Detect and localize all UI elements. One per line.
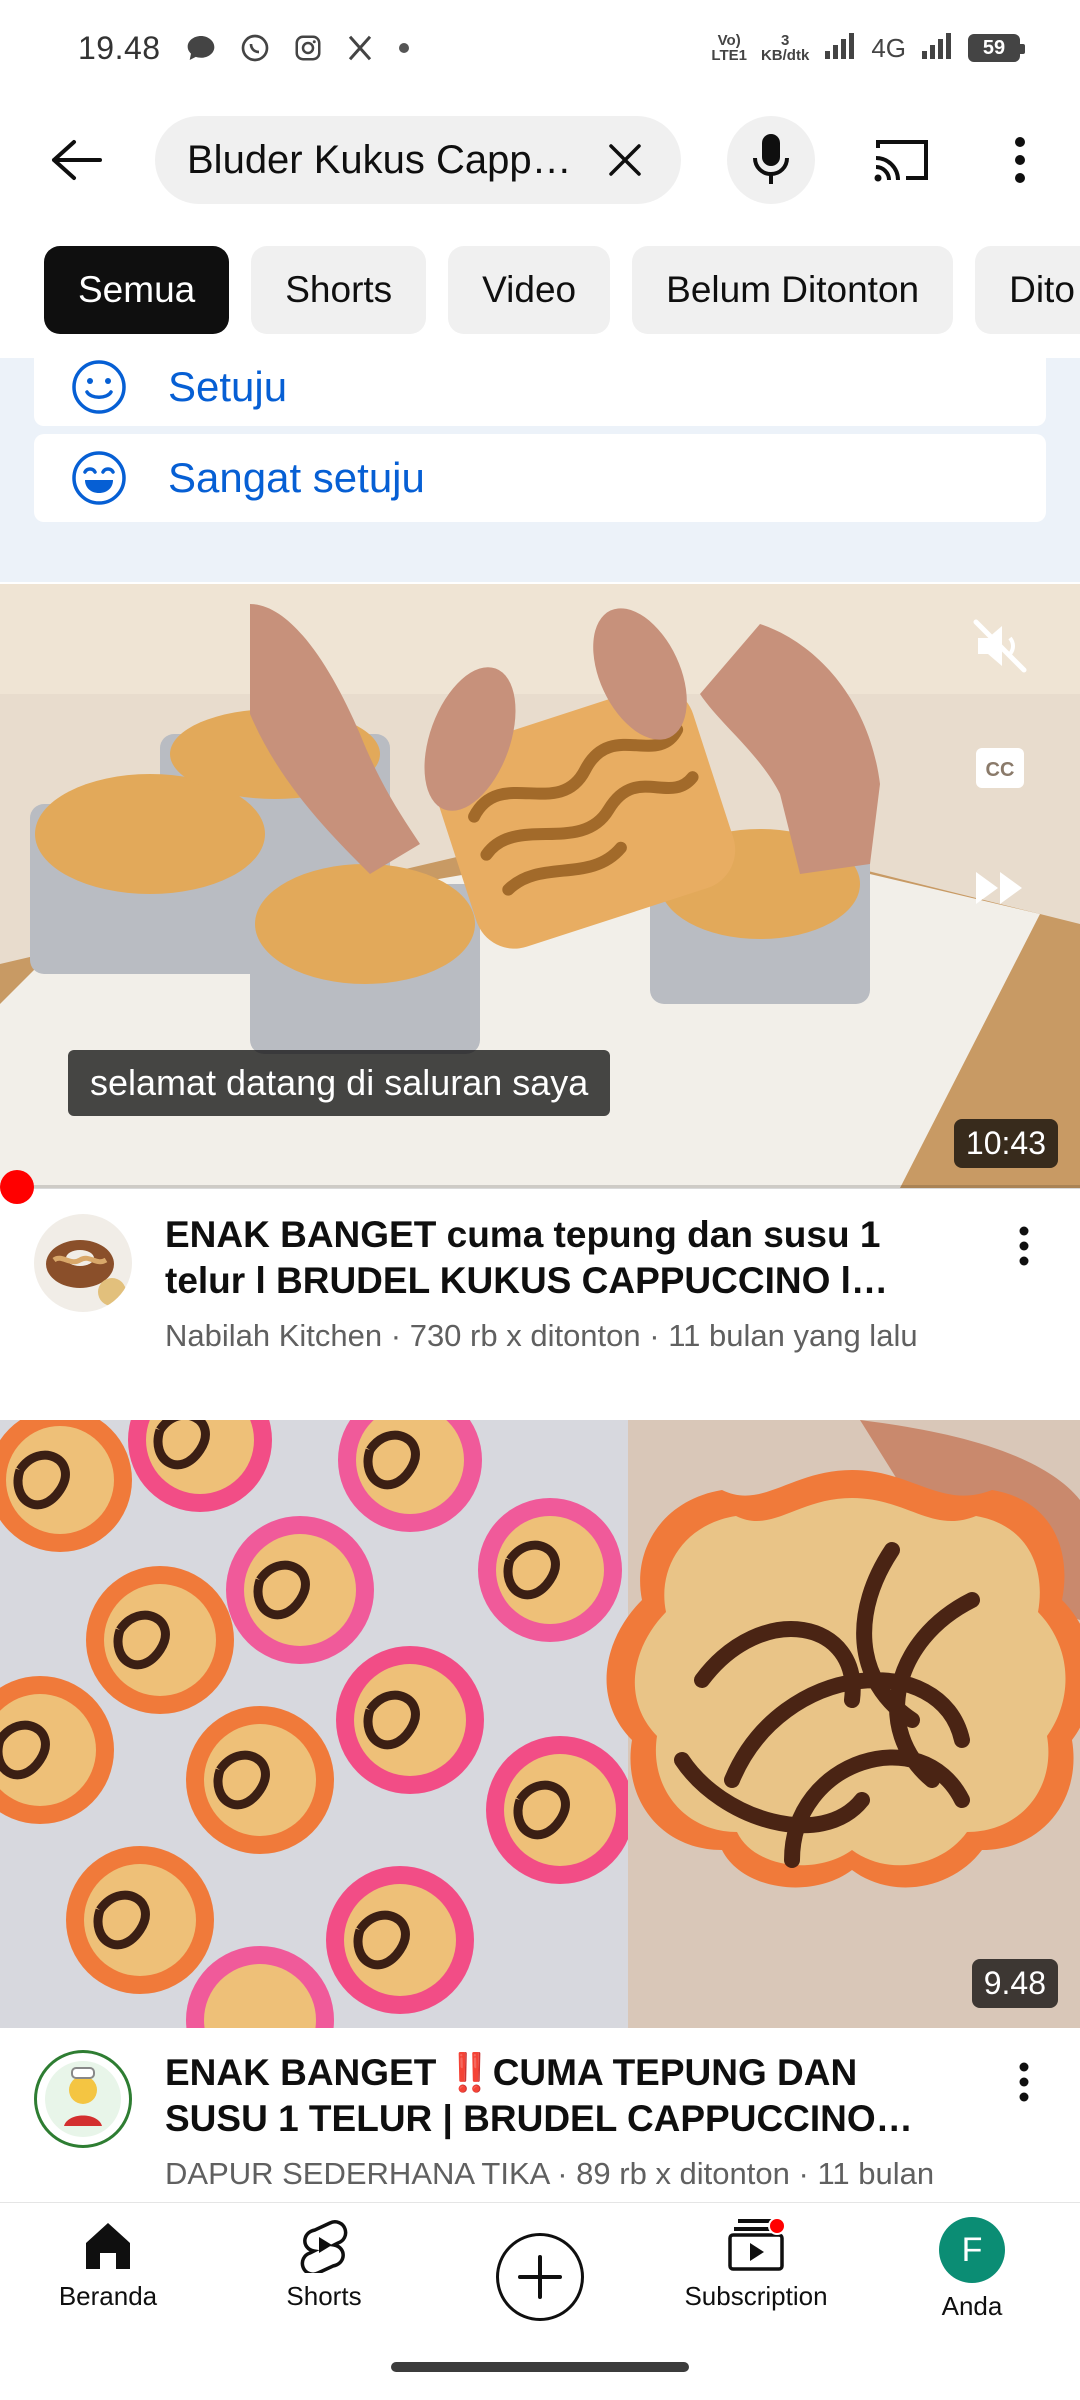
video-thumbnail[interactable]: CC selamat datang di saluran saya 10:43 <box>0 584 1080 1188</box>
status-time: 19.48 <box>78 29 161 66</box>
battery-icon: 59 <box>968 34 1025 62</box>
chip-video[interactable]: Video <box>448 246 611 334</box>
volte-indicator: Vo) LTE1 <box>711 32 747 64</box>
channel-avatar[interactable] <box>34 1214 132 1312</box>
more-vert-icon <box>1015 137 1025 183</box>
video-title[interactable]: ENAK BANGET cuma tepung dan susu 1 telur… <box>165 1212 965 1304</box>
video-meta[interactable]: ENAK BANGET ‼️CUMA TEPUNG DAN SUSU 1 TEL… <box>0 2046 1080 2202</box>
status-bar: 19.48 Vo) LTE1 3 KB/dtk 4G 59 <box>0 0 1080 96</box>
network-speed: 3 KB/dtk <box>760 32 810 64</box>
fast-forward-icon <box>976 872 1022 904</box>
closed-captions-icon: CC <box>976 748 1024 788</box>
survey-card: Setuju Sangat setuju <box>0 348 1080 582</box>
nav-label: Subscription <box>684 2281 828 2311</box>
notification-icons <box>185 32 411 64</box>
video-caption: selamat datang di saluran saya <box>68 1050 611 1116</box>
nav-shorts[interactable]: Shorts <box>244 2217 404 2367</box>
video-subtitle: Nabilah Kitchen · 730 rb x ditonton · 11… <box>165 1318 918 1353</box>
view-count: 730 rb x ditonton <box>409 1318 641 1353</box>
more-options-button[interactable] <box>990 130 1050 190</box>
nav-label: Anda <box>941 2291 1003 2321</box>
video-thumbnail[interactable]: 9.48 <box>0 1420 1080 2028</box>
playback-progress-track[interactable] <box>0 1185 1080 1189</box>
more-vert-icon <box>1019 2062 1029 2102</box>
filter-chips: Semua Shorts Video Belum Ditonton Dito <box>0 246 1080 336</box>
video-menu-button[interactable] <box>1002 1216 1046 1276</box>
whatsapp-icon <box>239 32 271 64</box>
chip-ditonton[interactable]: Dito <box>975 246 1080 334</box>
cast-icon <box>874 140 928 182</box>
captions-toggle[interactable]: CC <box>968 736 1032 800</box>
volume-off-icon <box>973 619 1027 673</box>
signal-icon <box>823 31 857 66</box>
nav-anda[interactable]: F Anda <box>892 2217 1052 2367</box>
thumbnail-image <box>0 1420 1080 2028</box>
back-button[interactable] <box>40 130 112 190</box>
status-right: Vo) LTE1 3 KB/dtk 4G 59 <box>711 31 1025 66</box>
survey-option-label: Sangat setuju <box>168 454 425 501</box>
search-input[interactable]: Bluder Kukus Cappuccino <box>155 116 681 204</box>
instagram-icon <box>293 33 323 63</box>
laugh-icon <box>72 451 126 505</box>
search-header: Bluder Kukus Cappuccino <box>0 110 1080 210</box>
nav-subscription[interactable]: Subscription <box>676 2217 836 2367</box>
channel-avatar-image <box>34 2050 132 2148</box>
more-vert-icon <box>1019 1226 1029 1266</box>
mute-toggle[interactable] <box>968 614 1032 678</box>
search-query-text[interactable]: Bluder Kukus Cappuccino <box>187 138 589 183</box>
home-icon <box>86 2223 130 2269</box>
notification-badge <box>768 2217 786 2235</box>
arrow-left-icon <box>52 140 102 180</box>
channel-name[interactable]: Nabilah Kitchen <box>165 1318 382 1353</box>
video-meta[interactable]: ENAK BANGET cuma tepung dan susu 1 telur… <box>0 1210 1080 1380</box>
video-subtitle: DAPUR SEDERHANA TIKA · 89 rb x ditonton … <box>165 2156 935 2191</box>
svg-text:CC: CC <box>986 759 1015 781</box>
signal-icon-2 <box>920 31 954 66</box>
clear-search-button[interactable] <box>601 136 649 184</box>
close-icon <box>609 144 641 176</box>
survey-option-setuju[interactable]: Setuju <box>34 348 1046 426</box>
chip-belum-ditonton[interactable]: Belum Ditonton <box>632 246 954 334</box>
upload-age: 11 bulan <box>817 2156 935 2191</box>
nav-label: Shorts <box>286 2281 362 2311</box>
plus-icon <box>518 2255 562 2299</box>
create-button[interactable] <box>496 2233 584 2321</box>
cast-button[interactable] <box>870 130 934 190</box>
smile-icon <box>72 360 126 414</box>
video-duration: 10:43 <box>953 1119 1058 1168</box>
fast-forward-button[interactable] <box>968 856 1032 920</box>
chip-semua[interactable]: Semua <box>44 246 230 334</box>
survey-option-sangat-setuju[interactable]: Sangat setuju <box>34 434 1046 522</box>
video-title[interactable]: ENAK BANGET ‼️CUMA TEPUNG DAN SUSU 1 TEL… <box>165 2050 965 2142</box>
chat-icon <box>185 32 217 64</box>
shorts-icon <box>300 2220 348 2273</box>
view-count: 89 rb x ditonton <box>576 2156 790 2191</box>
video-menu-button[interactable] <box>1002 2052 1046 2112</box>
home-indicator[interactable] <box>391 2362 689 2372</box>
chip-shorts[interactable]: Shorts <box>251 246 427 334</box>
nav-label: Beranda <box>58 2281 158 2311</box>
avatar: F <box>939 2217 1005 2283</box>
channel-avatar-image <box>34 1214 132 1312</box>
upload-age: 11 bulan yang lalu <box>668 1318 918 1353</box>
x-icon <box>345 33 375 63</box>
channel-name[interactable]: DAPUR SEDERHANA TIKA <box>165 2156 549 2191</box>
video-duration: 9.48 <box>971 1959 1058 2008</box>
nav-beranda[interactable]: Beranda <box>28 2217 188 2367</box>
voice-search-button[interactable] <box>727 116 815 204</box>
playback-progress-scrubber[interactable] <box>0 1170 34 1204</box>
network-type: 4G <box>871 32 906 63</box>
mic-icon <box>753 134 789 184</box>
survey-option-label: Setuju <box>168 363 288 410</box>
dot-icon <box>397 33 411 63</box>
channel-avatar[interactable] <box>34 2050 132 2148</box>
